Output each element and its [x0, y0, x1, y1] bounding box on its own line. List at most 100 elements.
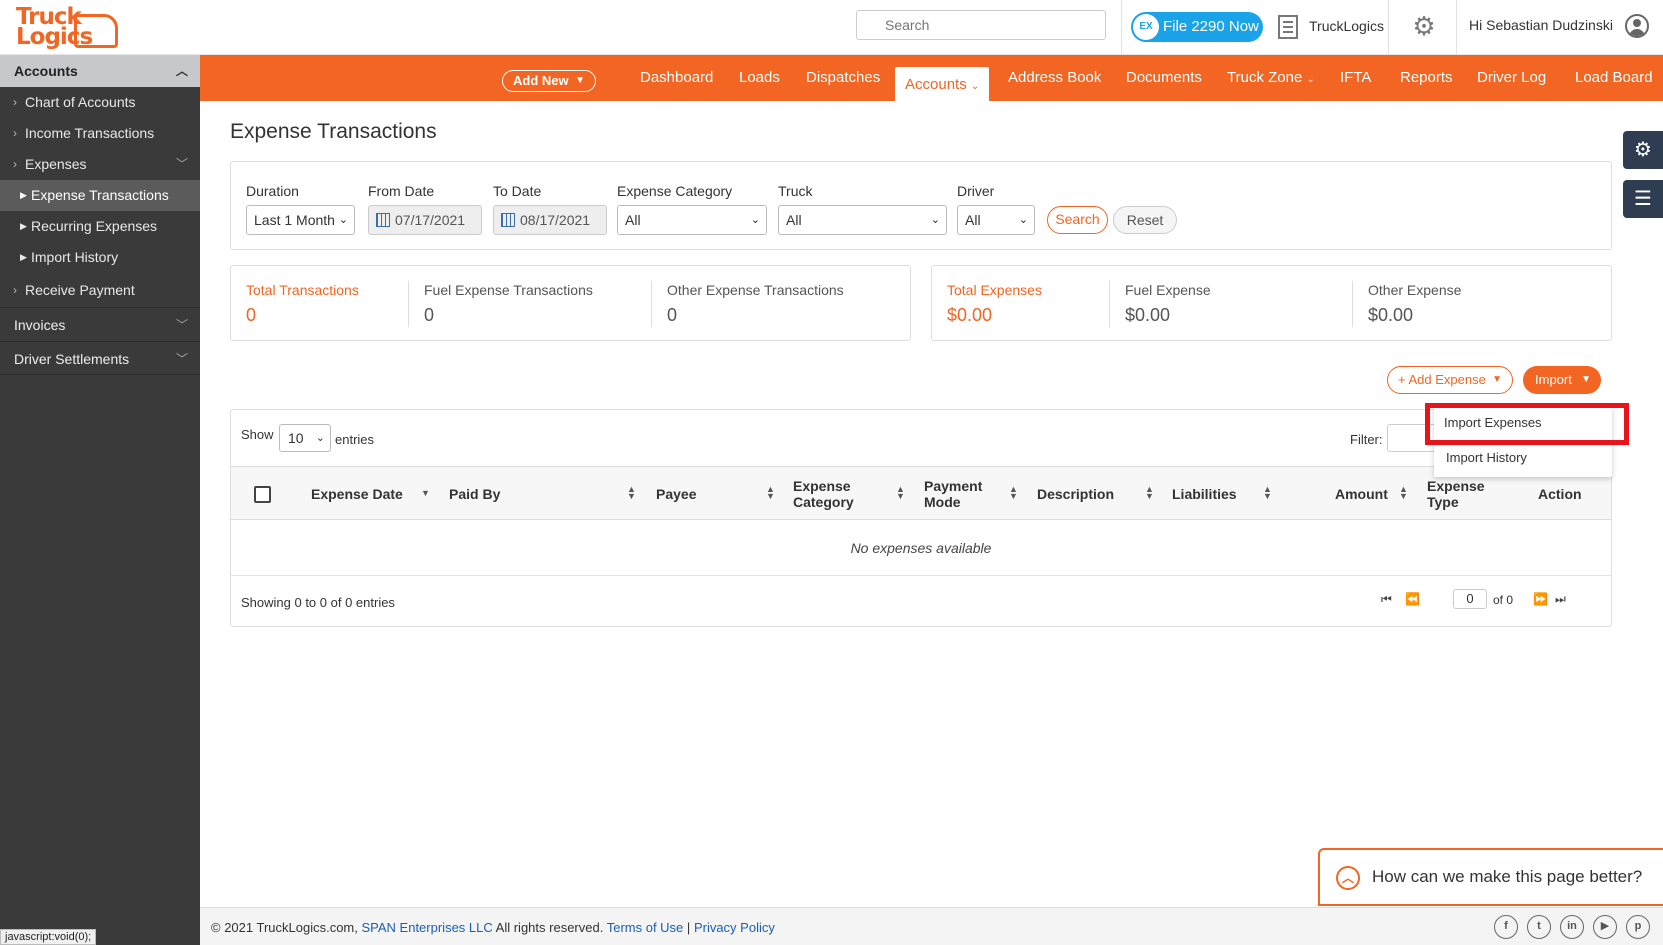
first-page-icon[interactable]: ⏮ — [1381, 592, 1392, 607]
driver-select[interactable]: All ⌄ — [957, 205, 1035, 235]
driver-label: Driver — [957, 183, 995, 199]
sidebar-item-import-history[interactable]: ▶ Import History — [0, 242, 200, 273]
support-icon[interactable]: ⚙ — [1623, 131, 1663, 169]
logo-text-logics: Logics — [16, 24, 93, 50]
next-page-icon[interactable]: ⏩ — [1533, 592, 1548, 606]
stat-fuel-expense: Fuel Expense $0.00 — [1125, 282, 1211, 326]
calendar-icon — [376, 213, 390, 227]
sidebar-item-expense-transactions[interactable]: ▶ Expense Transactions — [0, 180, 200, 211]
column-paid-by[interactable]: Paid By — [449, 467, 500, 521]
file-2290-button[interactable]: EX File 2290 Now — [1131, 12, 1263, 42]
stat-value: 0 — [246, 305, 257, 325]
stat-divider — [651, 281, 652, 327]
column-payment-mode[interactable]: Payment Mode — [924, 467, 994, 521]
add-new-label: Add New — [513, 73, 569, 88]
sidebar-section-invoices[interactable]: Invoices ﹀ — [0, 307, 200, 341]
sidebar-item-income-transactions[interactable]: › Income Transactions — [0, 118, 200, 149]
column-expense-date[interactable]: Expense Date — [311, 467, 403, 521]
global-search-input[interactable] — [856, 10, 1106, 40]
nav-reports[interactable]: Reports — [1400, 55, 1453, 101]
nav-load-board[interactable]: Load Board — [1575, 55, 1653, 101]
chevron-down-icon: ﹀ — [175, 352, 188, 366]
nav-documents[interactable]: Documents — [1126, 55, 1202, 101]
chevron-right-icon: › — [13, 95, 17, 109]
header-divider — [1121, 0, 1122, 55]
column-amount[interactable]: Amount — [1335, 467, 1388, 521]
column-description[interactable]: Description — [1037, 467, 1114, 521]
reset-button[interactable]: Reset — [1113, 206, 1177, 234]
sidebar-item-receive-payment[interactable]: › Receive Payment — [0, 273, 200, 307]
company-name[interactable]: TruckLogics — [1309, 18, 1384, 34]
facebook-icon[interactable]: f — [1494, 915, 1518, 939]
chevron-down-icon: ⌄ — [315, 432, 325, 444]
expenses-table-card: Show 10 ⌄ entries Filter: Expense Date ▼… — [230, 409, 1612, 627]
caret-down-icon: ▼ — [575, 75, 585, 86]
linkedin-icon[interactable]: in — [1560, 915, 1584, 939]
expense-category-value: All — [625, 212, 641, 228]
sort-icon: ▲ ▼ — [896, 484, 905, 501]
page-size-select[interactable]: 10 ⌄ — [279, 424, 331, 452]
nav-ifta[interactable]: IFTA — [1340, 55, 1371, 101]
nav-loads[interactable]: Loads — [739, 55, 780, 101]
copyright-text: © 2021 TruckLogics.com, — [211, 920, 358, 935]
column-expense-category[interactable]: Expense Category — [793, 467, 888, 521]
sidebar-item-label: Receive Payment — [25, 282, 135, 298]
stat-total-transactions: Total Transactions 0 — [246, 282, 359, 326]
from-date-field[interactable]: 07/17/2021 — [368, 205, 482, 235]
nav-dashboard[interactable]: Dashboard — [640, 55, 713, 101]
nav-address-book[interactable]: Address Book — [1008, 55, 1101, 101]
sidebar-section-driver-settlements[interactable]: Driver Settlements ﹀ — [0, 341, 200, 375]
gear-icon[interactable]: ⚙ — [1411, 13, 1437, 39]
footer-separator: | — [686, 920, 691, 935]
user-greeting[interactable]: Hi Sebastian Dudzinski — [1469, 17, 1613, 33]
truck-select[interactable]: All ⌄ — [778, 205, 947, 235]
sidebar-section-accounts[interactable]: Accounts ︿ — [0, 55, 200, 87]
span-enterprises-link[interactable]: SPAN Enterprises LLC — [362, 920, 493, 935]
add-new-button[interactable]: Add New ▼ — [502, 70, 596, 92]
search-button[interactable]: Search — [1047, 206, 1108, 234]
sidebar-item-label: Recurring Expenses — [31, 218, 158, 234]
import-button[interactable]: Import ▼ — [1523, 366, 1601, 394]
to-date-field[interactable]: 08/17/2021 — [493, 205, 607, 235]
nav-dispatches[interactable]: Dispatches — [806, 55, 880, 101]
nav-accounts[interactable]: Accounts ⌄ — [895, 67, 990, 103]
expense-category-select[interactable]: All ⌄ — [617, 205, 767, 235]
terms-of-use-link[interactable]: Terms of Use — [607, 920, 684, 935]
sidebar-item-label: Income Transactions — [25, 125, 155, 141]
column-label: Payment Mode — [924, 478, 983, 510]
history-document-icon[interactable]: ☰ — [1623, 180, 1663, 218]
nav-driver-log[interactable]: Driver Log — [1477, 55, 1546, 101]
sidebar-item-expenses[interactable]: › Expenses ﹀ — [0, 149, 200, 180]
stat-label: Fuel Expense Transactions — [424, 282, 593, 298]
sidebar-item-chart-of-accounts[interactable]: › Chart of Accounts — [0, 87, 200, 118]
twitter-icon[interactable]: t — [1527, 915, 1551, 939]
select-all-checkbox[interactable] — [254, 486, 271, 503]
privacy-policy-link[interactable]: Privacy Policy — [694, 920, 775, 935]
header-divider — [1456, 0, 1457, 55]
column-liabilities[interactable]: Liabilities — [1172, 467, 1237, 521]
nav-truck-zone[interactable]: Truck Zone ⌄ — [1227, 55, 1315, 101]
avatar-icon[interactable] — [1625, 14, 1649, 38]
trucklogics-logo[interactable]: Truck Logics — [12, 4, 118, 52]
pinterest-icon[interactable]: p — [1626, 915, 1650, 939]
chevron-down-icon: ⌄ — [338, 214, 348, 226]
empty-table-message: No expenses available — [231, 520, 1611, 576]
last-page-icon[interactable]: ⏭ — [1555, 592, 1566, 607]
chevron-down-icon: ⌄ — [750, 214, 760, 226]
table-header: Expense Date ▼ Paid By ▲ ▼ Payee ▲ ▼ Expen… — [231, 466, 1611, 520]
previous-page-icon[interactable]: ⏪ — [1405, 592, 1420, 606]
column-payee[interactable]: Payee — [656, 467, 696, 521]
youtube-icon[interactable]: ▶ — [1593, 915, 1617, 939]
feedback-widget[interactable]: ︿ How can we make this page better? — [1318, 848, 1663, 906]
pagination: ⏮ ⏪ 0 of 0 ⏩ ⏭ — [1381, 586, 1611, 616]
duration-select[interactable]: Last 1 Month ⌄ — [246, 205, 355, 235]
sidebar-item-recurring-expenses[interactable]: ▶ Recurring Expenses — [0, 211, 200, 242]
add-expense-button[interactable]: + Add Expense ▼ — [1387, 366, 1513, 394]
chevron-down-icon: ⌄ — [930, 214, 940, 226]
sort-icon: ▲ ▼ — [1009, 484, 1018, 501]
page-number-input[interactable]: 0 — [1453, 589, 1487, 609]
page-title: Expense Transactions — [230, 120, 437, 143]
top-header: Truck Logics EX File 2290 Now TruckLogic… — [0, 0, 1663, 55]
footer: © 2021 TruckLogics.com, SPAN Enterprises… — [200, 907, 1663, 945]
menu-item-import-history[interactable]: Import History — [1446, 450, 1527, 465]
